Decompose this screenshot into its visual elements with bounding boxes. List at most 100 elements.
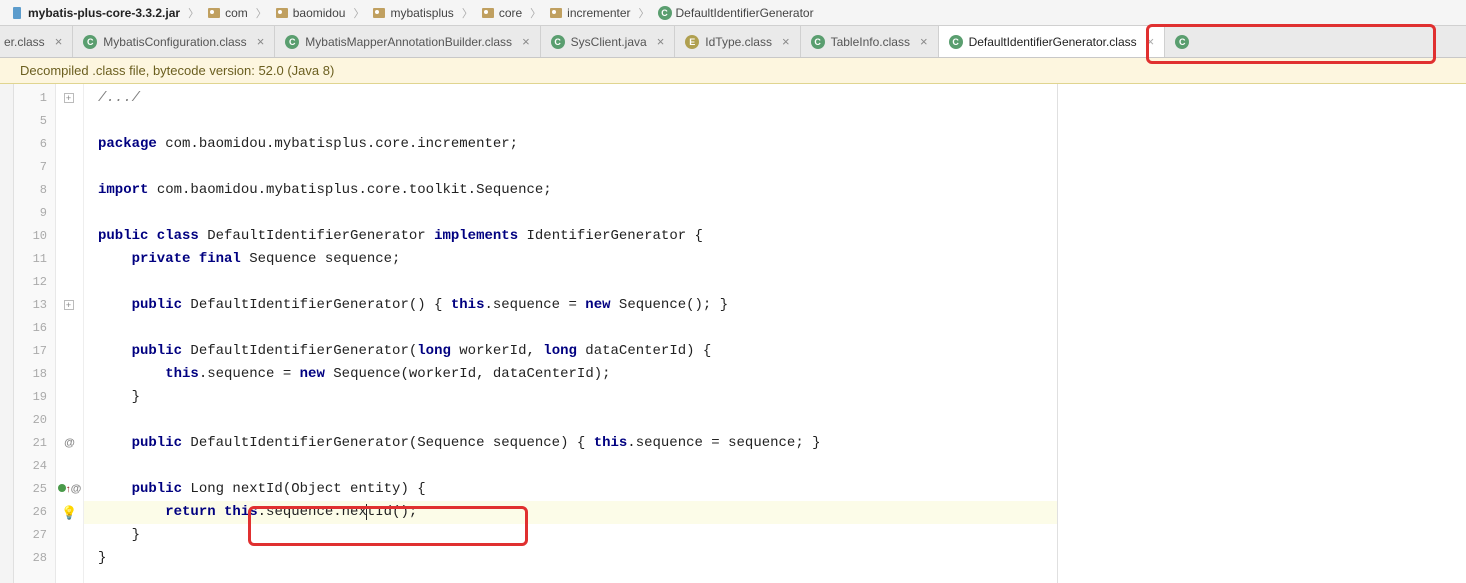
line-number: 28 bbox=[14, 547, 55, 570]
decompiled-banner: Decompiled .class file, bytecode version… bbox=[0, 58, 1466, 84]
line-number: 9 bbox=[14, 202, 55, 225]
tab-partial-right[interactable]: C bbox=[1165, 26, 1193, 57]
code-token: } bbox=[98, 550, 106, 566]
line-number: 7 bbox=[14, 156, 55, 179]
code-token: .sequence = bbox=[199, 366, 300, 382]
editor-tabs: er.class × C MybatisConfiguration.class … bbox=[0, 26, 1466, 58]
breadcrumb-pkg-incrementer[interactable]: incrementer bbox=[545, 6, 634, 20]
tab-partial-left[interactable]: er.class × bbox=[0, 26, 73, 57]
code-token: com.baomidou.mybatisplus.core.incremente… bbox=[157, 136, 518, 152]
gutter-marks: + + @ ↑@ 💡 bbox=[56, 84, 84, 583]
code-token: public bbox=[98, 343, 182, 359]
class-icon: C bbox=[1175, 35, 1189, 49]
package-icon bbox=[481, 6, 495, 20]
class-icon: C bbox=[83, 35, 97, 49]
breadcrumb-pkg-core[interactable]: core bbox=[477, 6, 526, 20]
breadcrumb-pkg-label: com bbox=[225, 6, 248, 20]
line-number: 17 bbox=[14, 340, 55, 363]
code-token: .sequence = sequence; } bbox=[627, 435, 820, 451]
line-number: 16 bbox=[14, 317, 55, 340]
package-icon bbox=[275, 6, 289, 20]
code-area[interactable]: /.../ package com.baomidou.mybatisplus.c… bbox=[84, 84, 1058, 583]
tab-sysclient[interactable]: C SysClient.java × bbox=[541, 26, 676, 57]
line-number: 8 bbox=[14, 179, 55, 202]
line-number: 21 bbox=[14, 432, 55, 455]
breadcrumb-pkg-label: incrementer bbox=[567, 6, 630, 20]
tab-mybatisconfiguration[interactable]: C MybatisConfiguration.class × bbox=[73, 26, 275, 57]
tab-tableinfo[interactable]: C TableInfo.class × bbox=[801, 26, 939, 57]
close-icon[interactable]: × bbox=[257, 34, 265, 49]
package-icon bbox=[549, 6, 563, 20]
enum-icon: E bbox=[685, 35, 699, 49]
breadcrumb-separator: 〉 bbox=[637, 5, 652, 21]
breadcrumb-pkg-label: baomidou bbox=[293, 6, 346, 20]
breadcrumb-class-label: DefaultIdentifierGenerator bbox=[676, 6, 814, 20]
breadcrumb-separator: 〉 bbox=[254, 5, 269, 21]
close-icon[interactable]: × bbox=[920, 34, 928, 49]
code-token: IdentifierGenerator { bbox=[518, 228, 703, 244]
tab-label: er.class bbox=[4, 35, 45, 49]
fold-icon[interactable]: + bbox=[56, 294, 83, 317]
code-token: DefaultIdentifierGenerator() { bbox=[182, 297, 451, 313]
code-token: this bbox=[451, 297, 485, 313]
tab-mybatismapperannotationbuilder[interactable]: C MybatisMapperAnnotationBuilder.class × bbox=[275, 26, 540, 57]
code-token: new bbox=[300, 366, 325, 382]
breadcrumb-separator: 〉 bbox=[528, 5, 543, 21]
code-token: workerId, bbox=[451, 343, 543, 359]
package-icon bbox=[372, 6, 386, 20]
line-number: 27 bbox=[14, 524, 55, 547]
close-icon[interactable]: × bbox=[1147, 34, 1155, 49]
line-number: 10 bbox=[14, 225, 55, 248]
breadcrumb-pkg-baomidou[interactable]: baomidou bbox=[271, 6, 350, 20]
fold-icon[interactable]: + bbox=[56, 87, 83, 110]
line-number: 20 bbox=[14, 409, 55, 432]
code-token: implements bbox=[434, 228, 518, 244]
editor[interactable]: 1 5 6 7 8 9 10 11 12 13 16 17 18 19 20 2… bbox=[0, 84, 1466, 583]
breadcrumb-class[interactable]: CDefaultIdentifierGenerator bbox=[654, 6, 818, 20]
breadcrumb-pkg-com[interactable]: com bbox=[203, 6, 252, 20]
tab-label: SysClient.java bbox=[571, 35, 647, 49]
tab-label: DefaultIdentifierGenerator.class bbox=[969, 35, 1137, 49]
tab-label: MybatisMapperAnnotationBuilder.class bbox=[305, 35, 512, 49]
override-icon: @ bbox=[64, 437, 75, 449]
code-token: } bbox=[98, 389, 140, 405]
code-token: Sequence sequence; bbox=[241, 251, 401, 267]
tab-label: IdType.class bbox=[705, 35, 772, 49]
close-icon[interactable]: × bbox=[522, 34, 530, 49]
code-token: import bbox=[98, 182, 148, 198]
code-token: this bbox=[594, 435, 628, 451]
breadcrumb-pkg-label: core bbox=[499, 6, 522, 20]
close-icon[interactable]: × bbox=[782, 34, 790, 49]
code-token: private final bbox=[98, 251, 241, 267]
close-icon[interactable]: × bbox=[657, 34, 665, 49]
code-token: .sequence = bbox=[484, 297, 585, 313]
close-icon[interactable]: × bbox=[55, 34, 63, 49]
breadcrumb-separator: 〉 bbox=[460, 5, 475, 21]
line-number-gutter[interactable]: 1 5 6 7 8 9 10 11 12 13 16 17 18 19 20 2… bbox=[14, 84, 56, 583]
code-token: public bbox=[98, 481, 182, 497]
code-token: DefaultIdentifierGenerator(Sequence sequ… bbox=[182, 435, 594, 451]
code-token: dataCenterId) { bbox=[577, 343, 711, 359]
code-token: long bbox=[543, 343, 577, 359]
tab-label: TableInfo.class bbox=[831, 35, 910, 49]
code-token: long bbox=[417, 343, 451, 359]
code-token: .sequence.nex bbox=[258, 504, 367, 520]
breadcrumb-jar-label: mybatis-plus-core-3.3.2.jar bbox=[28, 6, 180, 20]
line-number: 18 bbox=[14, 363, 55, 386]
intention-bulb-icon[interactable]: 💡 bbox=[61, 505, 77, 520]
tab-idtype[interactable]: E IdType.class × bbox=[675, 26, 800, 57]
code-token: public bbox=[98, 297, 182, 313]
breadcrumb-pkg-mybatisplus[interactable]: mybatisplus bbox=[368, 6, 457, 20]
override-icon: @ bbox=[71, 483, 82, 495]
line-number: 6 bbox=[14, 133, 55, 156]
line-number: 25 bbox=[14, 478, 55, 501]
code-token: return this bbox=[98, 504, 258, 520]
line-number: 12 bbox=[14, 271, 55, 294]
tab-defaultidentifiergenerator[interactable]: C DefaultIdentifierGenerator.class × bbox=[939, 26, 1166, 57]
class-icon: C bbox=[551, 35, 565, 49]
breadcrumb-jar[interactable]: mybatis-plus-core-3.3.2.jar bbox=[6, 6, 184, 20]
code-token: package bbox=[98, 136, 157, 152]
class-icon: C bbox=[811, 35, 825, 49]
implements-icon[interactable] bbox=[58, 484, 66, 492]
code-token: public class bbox=[98, 228, 199, 244]
